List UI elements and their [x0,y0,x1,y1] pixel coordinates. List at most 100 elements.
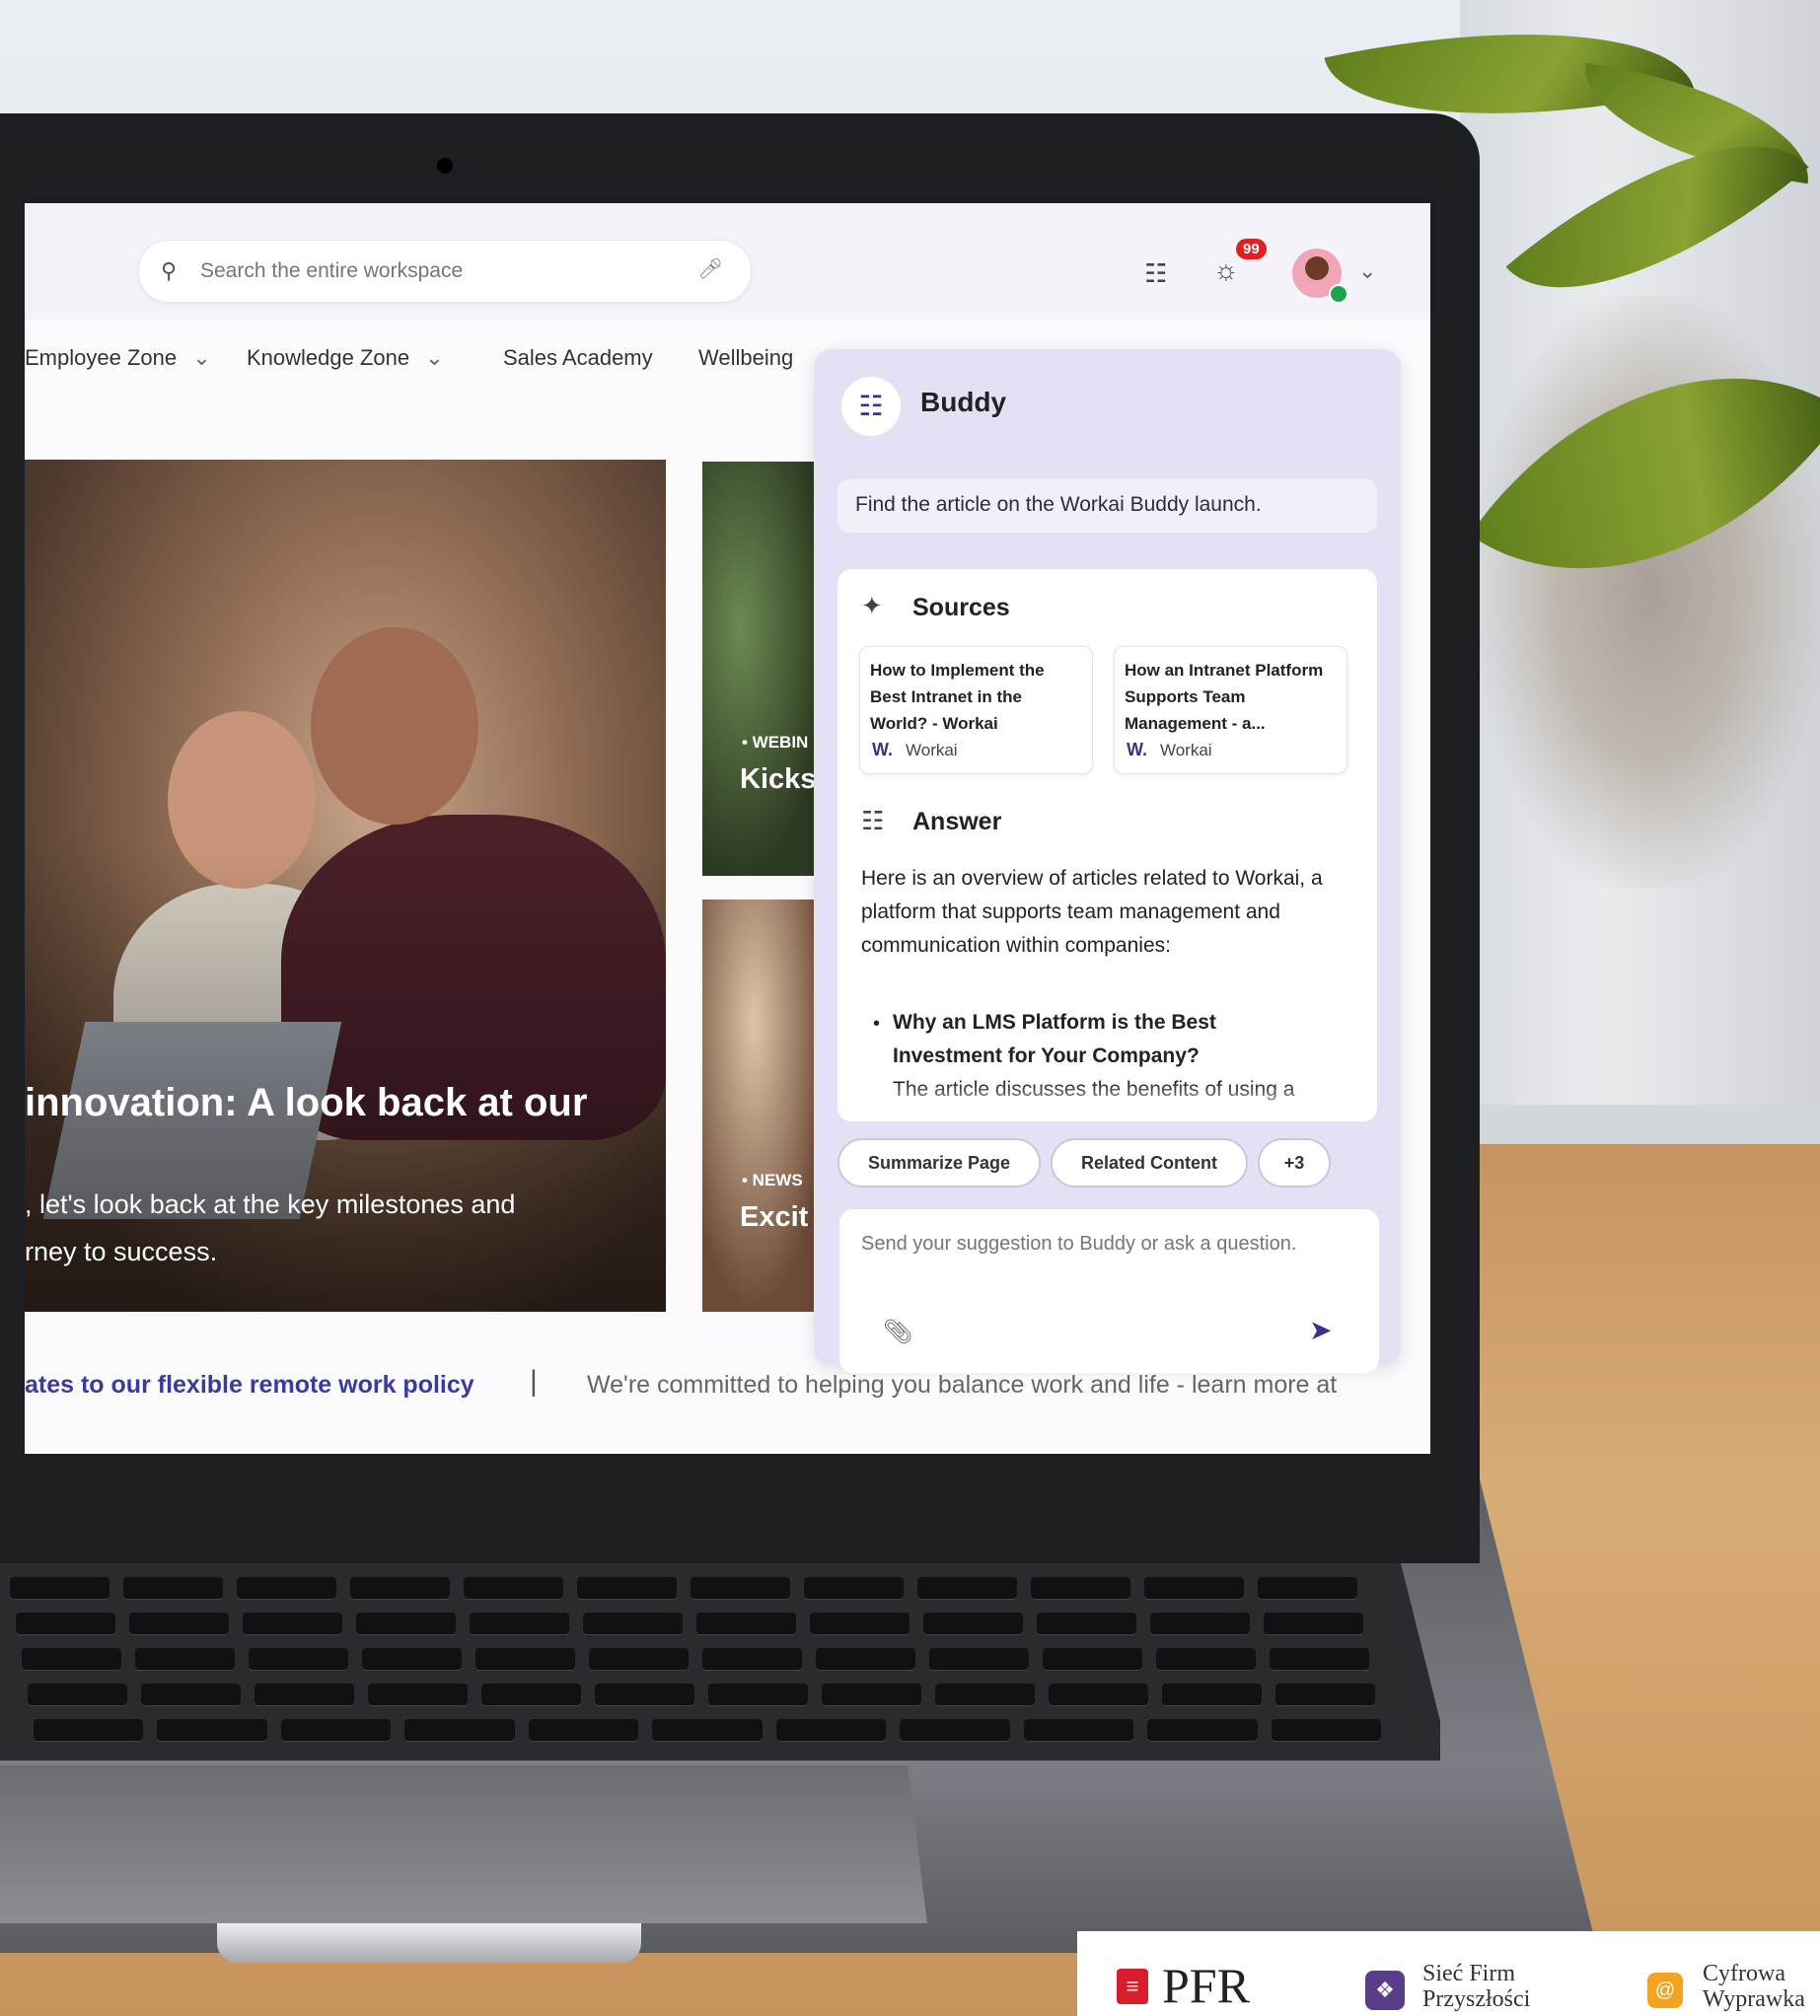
ticker-separator: | [530,1365,538,1398]
workai-logo-icon: W. [1127,740,1147,759]
camera-icon [437,158,453,174]
keyboard-key [135,1648,235,1670]
keyboard-key [1275,1684,1375,1705]
hero-description: , let's look back at the key milestones … [25,1189,516,1219]
keyboard-key [123,1577,223,1599]
bell-icon[interactable]: ☼ [1213,254,1239,286]
card-tag: • NEWS [742,1171,803,1189]
source-card[interactable]: How an Intranet Platform Supports Team M… [1114,646,1347,774]
source-title: How an Intranet Platform Supports Team M… [1125,661,1324,733]
keyboard-key [804,1577,904,1599]
keyboard-key [249,1648,348,1670]
keyboard-key [702,1648,802,1670]
source-site: Workai [906,741,958,759]
summarize-page-button[interactable]: Summarize Page [837,1138,1041,1188]
related-content-button[interactable]: Related Content [1051,1138,1248,1188]
nav-item-knowledge-zone[interactable]: Knowledge Zone ⌄ [247,345,444,371]
buddy-bot-icon[interactable]: ☷ [1144,258,1167,289]
ticker-link[interactable]: ates to our flexible remote work policy [25,1371,474,1400]
keyboard-key [1156,1648,1256,1670]
laptop-screen: ⚲ 🎤︎ ☷ ☼ 99 ⌄ Employee Zone ⌄ Knowledge … [25,203,1430,1454]
message-input[interactable] [859,1225,1337,1298]
answer-text: Here is an overview of articles related … [861,867,1323,957]
bot-icon: ☷ [861,806,885,835]
hero-card[interactable]: innovation: A look back at our , let's l… [25,460,666,1312]
search-bar[interactable]: ⚲ 🎤︎ [138,240,752,303]
keyboard-key [10,1577,109,1599]
buddy-bot-icon: ☷ [841,377,901,436]
pfr-logo-icon: ≡ [1117,1969,1148,2004]
laptop-keyboard [0,1563,1440,1761]
top-bar: ⚲ 🎤︎ ☷ ☼ 99 ⌄ [25,203,1430,320]
laptop-notch [217,1923,641,1963]
keyboard-key [810,1613,910,1634]
keyboard-key [1162,1684,1262,1705]
magic-wand-icon: ✦ [861,591,883,620]
keyboard-key [652,1719,763,1741]
nav-item-employee-zone[interactable]: Employee Zone ⌄ [25,345,211,371]
online-status-icon [1329,284,1348,304]
keyboard-key [129,1613,229,1634]
sources-title: Sources [912,594,1010,621]
pfr-logo-text: PFR [1162,1958,1250,2013]
keyboard-key [34,1719,144,1741]
keyboard-key [1147,1719,1258,1741]
buddy-panel: ☷ Buddy Find the article on the Workai B… [814,349,1401,1373]
keyboard-key [1037,1613,1136,1634]
keyboard-key [1150,1613,1250,1634]
keyboard-key [255,1684,354,1705]
chevron-down-icon: ⌄ [425,345,444,370]
buddy-response[interactable]: ✦ Sources How to Implement the Best Intr… [837,569,1377,1121]
nav-item-label: Wellbeing [698,345,794,370]
keyboard-key [481,1684,581,1705]
message-composer: 📎︎ ➤ [839,1209,1379,1373]
keyboard-key [528,1719,639,1741]
source-title: How to Implement the Best Intranet in th… [870,661,1045,733]
ticker-text[interactable]: We're committed to helping you balance w… [587,1371,1337,1400]
nav-item-label: Employee Zone [25,345,178,370]
keyboard-key [589,1648,689,1670]
card-tag: • WEBIN [742,733,809,752]
keyboard-key [1043,1648,1142,1670]
nav-item-sales-academy[interactable]: Sales Academy [503,345,653,371]
paperclip-icon[interactable]: 📎︎ [883,1318,912,1346]
keyboard-key [577,1577,677,1599]
keyboard-key [595,1684,694,1705]
source-card[interactable]: How to Implement the Best Intranet in th… [859,646,1093,774]
keyboard-key [404,1719,515,1741]
search-icon: ⚲ [161,258,178,283]
keyboard-key [816,1648,915,1670]
send-icon[interactable]: ➤ [1309,1314,1332,1346]
chevron-down-icon[interactable]: ⌄ [1358,258,1376,284]
answer-title: Answer [912,808,1002,835]
bullet-icon: • [873,1013,881,1035]
cw-logo-icon: @ [1647,1973,1683,2008]
hero-title[interactable]: innovation: A look back at our [25,1081,587,1125]
scroll-fade [837,1082,1377,1121]
keyboard-key [691,1577,790,1599]
nav-item-wellbeing[interactable]: Wellbeing [698,345,793,371]
search-input[interactable] [198,254,676,288]
hero-description: rney to success. [25,1237,218,1266]
news-card[interactable]: • NEWS Excit horiz [702,900,831,1312]
keyboard-key [1271,1719,1381,1741]
workai-logo-icon: W. [872,740,893,759]
keyboard-key [822,1684,921,1705]
answer-bullet-title: Why an LMS Platform is the Best Investme… [893,1011,1216,1067]
laptop-trackpad [0,1765,927,1923]
keyboard-key [243,1613,342,1634]
microphone-icon[interactable]: 🎤︎ [698,256,723,281]
keyboard-key [1049,1684,1148,1705]
hero-overlay [25,460,666,1312]
keyboard-key [696,1613,796,1634]
keyboard-key [1023,1719,1134,1741]
keyboard-key [280,1719,392,1741]
keyboard-key [1144,1577,1244,1599]
more-actions-button[interactable]: +3 [1258,1138,1331,1188]
keyboard-key [900,1719,1010,1741]
keyboard-key [923,1613,1023,1634]
cw-logo-text: Wyprawka [1703,1986,1805,2012]
keyboard-key [1264,1613,1363,1634]
news-card[interactable]: • WEBIN Kicks empl [702,462,831,876]
keyboard-key [583,1613,683,1634]
